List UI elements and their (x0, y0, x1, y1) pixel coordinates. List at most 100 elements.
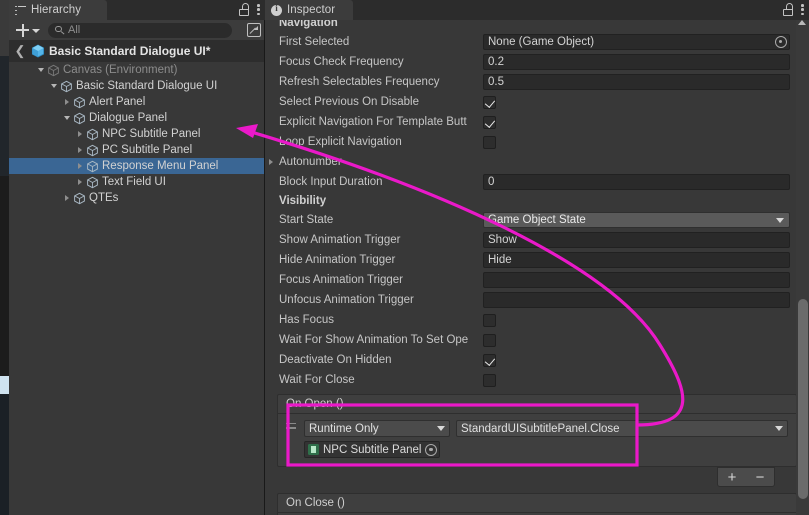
inspector-tab-actions (783, 3, 804, 16)
text-field-block-input-duration[interactable]: 0 (483, 174, 790, 190)
field-value: 0.2 (488, 56, 504, 68)
sliver-segment (0, 0, 9, 56)
lock-open-icon[interactable] (783, 3, 793, 16)
hierarchy-row-alert-panel[interactable]: Alert Panel (9, 94, 265, 110)
search-placeholder: All (68, 24, 81, 36)
hierarchy-row-qtes[interactable]: QTEs (9, 190, 265, 206)
script-component-icon (308, 444, 319, 455)
foldout-autonumber[interactable]: Autonumber (265, 152, 809, 172)
checkbox-deactivate-on-hidden[interactable] (483, 353, 496, 367)
chevron-right-icon[interactable] (74, 126, 86, 142)
text-field-focus-animation-trigger[interactable] (483, 272, 790, 288)
breadcrumb-label[interactable]: Basic Standard Dialogue UI* (49, 44, 210, 58)
method-dropdown[interactable]: StandardUISubtitlePanel.Close (456, 420, 788, 437)
chevron-left-icon[interactable]: ❮ (9, 43, 31, 59)
indent-spacer (9, 126, 74, 142)
indent-spacer (9, 94, 61, 110)
chevron-right-icon[interactable] (269, 159, 279, 165)
text-field-show-animation-trigger[interactable]: Show (483, 232, 790, 248)
checkbox-explicit-navigation-for-template-butt[interactable] (483, 115, 496, 129)
hierarchy-row-basic-standard-dialogue-ui[interactable]: Basic Standard Dialogue UI (9, 78, 265, 94)
scrollbar-thumb[interactable] (797, 299, 808, 499)
tab-inspector-label: Inspector (287, 4, 336, 16)
sliver-segment (0, 56, 9, 176)
checkbox-wait-for-close[interactable] (483, 373, 496, 387)
target-picker-icon[interactable] (425, 443, 438, 456)
chevron-down-icon (775, 426, 783, 431)
property-label: Loop Explicit Navigation (279, 136, 402, 148)
search-input[interactable]: All (48, 22, 232, 38)
chevron-down-icon (32, 29, 40, 33)
chevron-right-icon[interactable] (61, 190, 73, 206)
property-row-has-focus: Has Focus (265, 310, 809, 330)
indent-spacer (9, 174, 74, 190)
open-in-new-icon[interactable] (247, 23, 261, 37)
gameobject-cube-icon (60, 80, 73, 93)
hierarchy-tree: Canvas (Environment) Basic Standard Dialo… (9, 62, 265, 515)
checkbox-loop-explicit-navigation[interactable] (483, 135, 496, 149)
field-value: None (Game Object) (488, 36, 595, 48)
add-gameobject-button[interactable] (16, 23, 40, 37)
chevron-down-icon[interactable] (48, 78, 60, 94)
checkbox-wait-for-show-animation-to-set-ope[interactable] (483, 333, 496, 347)
property-row-select-previous-on-disable: Select Previous On Disable (265, 92, 809, 112)
inspector-scroll-content: Navigation First Selected None (Game Objec… (265, 14, 809, 515)
triangle-up-icon[interactable] (798, 20, 806, 25)
property-row-loop-explicit-navigation: Loop Explicit Navigation (265, 132, 809, 152)
property-row-wait-for-show-animation-to-set-ope: Wait For Show Animation To Set Ope (265, 330, 809, 350)
tab-hierarchy[interactable]: Hierarchy (9, 0, 107, 20)
property-row-wait-for-close: Wait For Close (265, 370, 809, 390)
indent-spacer (9, 190, 61, 206)
gameobject-cube-icon (73, 112, 86, 125)
plus-icon (16, 23, 29, 37)
hierarchy-tabbar: Hierarchy (9, 0, 265, 20)
hierarchy-row-text-field-ui[interactable]: Text Field UI (9, 174, 265, 190)
target-object-field[interactable]: NPC Subtitle Panel (304, 441, 441, 458)
sliver-segment (0, 376, 9, 394)
property-row-focus-check-frequency: Focus Check Frequency 0.2 (265, 52, 809, 72)
remove-listener-button[interactable]: − (756, 470, 765, 485)
chevron-right-icon[interactable] (61, 94, 73, 110)
chevron-down-icon[interactable] (61, 110, 73, 126)
property-row-start-state: Start State Game Object State (265, 210, 809, 230)
kebab-menu-icon[interactable] (257, 3, 260, 16)
text-field-hide-animation-trigger[interactable]: Hide (483, 252, 790, 268)
hierarchy-row-label: Basic Standard Dialogue UI (76, 80, 218, 92)
hamburger-list-icon (15, 5, 26, 15)
hierarchy-row-npc-subtitle-panel[interactable]: NPC Subtitle Panel (9, 126, 265, 142)
gameobject-cube-icon (73, 192, 86, 205)
tab-inspector[interactable]: Inspector (265, 0, 353, 20)
call-state-dropdown[interactable]: Runtime Only (304, 420, 450, 437)
indent-spacer (9, 110, 61, 126)
kebab-menu-icon[interactable] (801, 3, 804, 16)
info-circle-icon (271, 3, 282, 16)
inspector-scrollbar[interactable] (796, 14, 809, 515)
add-remove-group: + − (717, 467, 775, 487)
chevron-down-icon[interactable] (35, 62, 47, 78)
property-label: Unfocus Animation Trigger (279, 294, 414, 306)
target-picker-icon[interactable] (775, 36, 787, 48)
property-label: Wait For Close (279, 374, 355, 386)
chevron-right-icon[interactable] (74, 158, 86, 174)
hierarchy-row-pc-subtitle-panel[interactable]: PC Subtitle Panel (9, 142, 265, 158)
add-listener-button[interactable]: + (728, 470, 737, 485)
text-field-focus-check-frequency[interactable]: 0.2 (483, 54, 790, 70)
chevron-right-icon[interactable] (74, 142, 86, 158)
sliver-segment (0, 394, 9, 515)
text-field-refresh-selectables-frequency[interactable]: 0.5 (483, 74, 790, 90)
hierarchy-row-response-menu-panel[interactable]: Response Menu Panel (9, 158, 265, 174)
text-field-unfocus-animation-trigger[interactable] (483, 292, 790, 308)
dropdown-start-state[interactable]: Game Object State (483, 212, 790, 228)
property-label: Show Animation Trigger (279, 234, 401, 246)
checkbox-has-focus[interactable] (483, 313, 496, 327)
hierarchy-row-dialogue-panel[interactable]: Dialogue Panel (9, 110, 265, 126)
chevron-right-icon[interactable] (74, 174, 86, 190)
checkbox-select-previous-on-disable[interactable] (483, 95, 496, 109)
hierarchy-row-canvas-environment[interactable]: Canvas (Environment) (9, 62, 265, 78)
chevron-down-icon (437, 426, 445, 431)
property-label: Deactivate On Hidden (279, 354, 392, 366)
hierarchy-row-label: Text Field UI (102, 176, 166, 188)
drag-handle-icon[interactable] (286, 420, 298, 458)
object-field-first-selected[interactable]: None (Game Object) (483, 34, 790, 50)
lock-open-icon[interactable] (239, 3, 249, 16)
